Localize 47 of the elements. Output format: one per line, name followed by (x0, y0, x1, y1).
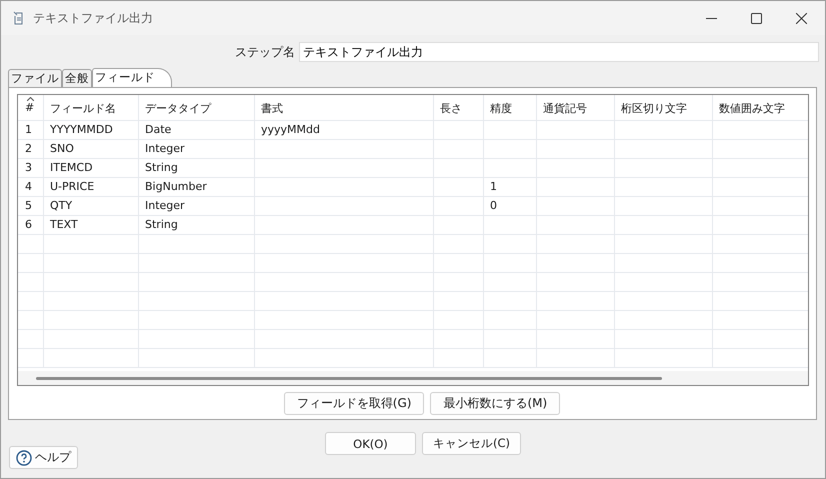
table-cell-text: Integer (144, 141, 186, 157)
table-cell-text: QTY (49, 198, 74, 214)
panel-button[interactable]: フィールドを取得(G) (284, 392, 424, 415)
row-number: 3 (24, 160, 33, 176)
table-cell-text: String (144, 217, 179, 233)
table-cell-text: YYYYMMDD (49, 122, 114, 138)
column-header[interactable]: 数値囲み文字 (713, 95, 808, 121)
row-number: 5 (24, 198, 33, 214)
window-title: テキストファイル出力 (33, 10, 153, 26)
table-cell-text: SNO (49, 141, 75, 157)
column-header[interactable]: データタイプ (139, 95, 255, 121)
row-number: 2 (24, 141, 33, 157)
table-cell-text: ITEMCD (49, 160, 94, 176)
column-header[interactable]: 桁区切り文字 (615, 95, 713, 121)
maximize-icon[interactable] (751, 12, 762, 24)
dialog-button[interactable]: キャンセル(C) (422, 432, 521, 455)
row-number: 1 (24, 122, 33, 138)
column-header[interactable]: 通貨記号 (537, 95, 615, 121)
panel-button[interactable]: 最小桁数にする(M) (430, 392, 560, 415)
tab[interactable]: フィールド (92, 68, 172, 87)
column-header[interactable]: 長さ (434, 95, 484, 121)
document-icon (13, 11, 25, 25)
table-cell-text: yyyyMMdd (260, 122, 321, 138)
table-cell-text: BigNumber (144, 179, 208, 195)
tab[interactable]: 全般 (62, 69, 92, 87)
table-cell-text: TEXT (49, 217, 79, 233)
dialog-button[interactable]: OK(O) (324, 432, 416, 455)
step-name-label: ステップ名 (235, 44, 295, 60)
column-header[interactable]: 書式 (255, 95, 434, 121)
help-button[interactable]: ヘルプ (9, 446, 78, 469)
column-header[interactable]: # (25, 101, 34, 114)
table-cell-text: String (144, 160, 179, 176)
sort-caret-icon[interactable] (27, 97, 34, 101)
row-number: 6 (24, 217, 33, 233)
scrollbar-thumb[interactable] (36, 377, 662, 380)
table-cell-text: Date (144, 122, 172, 138)
table-cell-text: Integer (144, 198, 186, 214)
tab[interactable]: ファイル (8, 69, 62, 87)
step-name-field[interactable]: テキストファイル出力 (299, 42, 819, 62)
table-cell-text: U-PRICE (49, 179, 96, 195)
column-header[interactable]: 精度 (484, 95, 537, 121)
table-cell-text: 1 (489, 179, 498, 195)
help-icon (16, 450, 32, 466)
column-header[interactable]: フィールド名 (44, 95, 139, 121)
row-number: 4 (24, 179, 33, 195)
table-cell-text: 0 (489, 198, 498, 214)
close-icon[interactable] (796, 12, 807, 24)
